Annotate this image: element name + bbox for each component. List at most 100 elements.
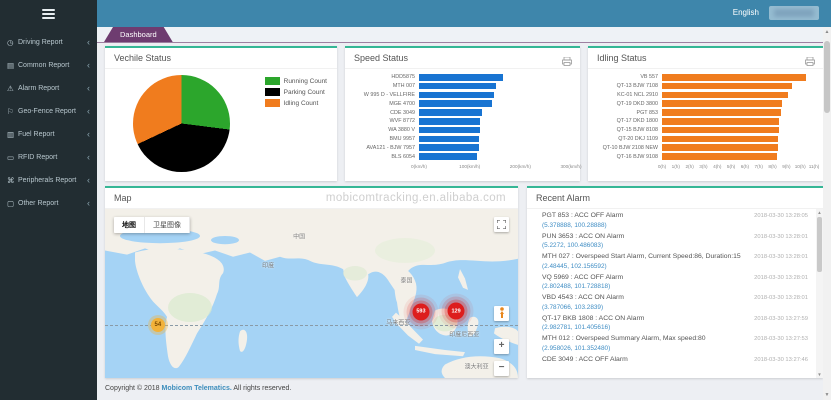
map-cluster-marker-54[interactable]: 54 <box>151 318 165 332</box>
bar-track <box>662 100 814 107</box>
alarm-coordinates-link[interactable]: (5.2272, 100.486083) <box>542 242 808 249</box>
alarm-coordinates-link[interactable]: (3.787066, 103.2839) <box>542 304 808 311</box>
map-type-switcher: 地图卫星图像 <box>114 217 190 233</box>
map-type-button-地图[interactable]: 地图 <box>114 217 145 233</box>
brand-link[interactable]: Mobicom Telematics. <box>162 385 232 392</box>
alarm-header-line: VBD 4543 : ACC ON Alarm2018-03-30 13:28:… <box>542 294 808 301</box>
bar <box>662 92 788 99</box>
bar-track <box>662 92 814 99</box>
print-icon[interactable] <box>562 53 572 73</box>
legend-item: Parking Count <box>265 88 327 96</box>
bar-row: WVF 8772 <box>351 117 571 126</box>
bar-category-label: QT-19 DKD 3800 <box>594 101 662 107</box>
map-canvas[interactable]: 中国印度泰国马来西亚印度尼西亚澳大利亚 54593129 地图卫星图像 + − <box>105 209 518 378</box>
sidebar-item-label: Peripherals Report <box>18 177 87 184</box>
sidebar-item-fuel-report[interactable]: ▥Fuel Report‹ <box>0 123 97 146</box>
bar-track <box>419 144 571 151</box>
alarm-coordinates-link[interactable]: (5.378888, 100.28888) <box>542 222 808 229</box>
bar-track <box>662 74 814 81</box>
bar <box>662 83 792 90</box>
sidebar-item-other-report[interactable]: ▢Other Report‹ <box>0 192 97 215</box>
bar-row: QT-17 DKD 1800 <box>594 117 814 126</box>
legend-swatch <box>265 88 280 96</box>
bar-row: BLS 6054 <box>351 152 571 161</box>
alarm-row: MTH 027 : Overspeed Start Alarm, Current… <box>527 250 816 271</box>
sidebar-item-alarm-report[interactable]: ⚠Alarm Report‹ <box>0 77 97 100</box>
sidebar-item-label: Geo-Fence Report <box>18 108 87 115</box>
legend-swatch <box>265 99 280 107</box>
alarm-icon: ⚠ <box>7 84 18 93</box>
tab-dashboard[interactable]: Dashboard <box>104 27 173 42</box>
idling-status-bar-chart: VB 557QT-13 BJW 7108KC-01 NCL 2910QT-19 … <box>594 73 814 176</box>
bar <box>419 144 479 151</box>
alarm-coordinates-link[interactable]: (2.982781, 101.405616) <box>542 324 808 331</box>
bar-track <box>662 109 814 116</box>
sidebar-item-label: Other Report <box>18 200 87 207</box>
alarm-title: PUN 3653 : ACC ON Alarm <box>542 233 624 240</box>
sidebar-item-rfid-report[interactable]: ▭RFID Report‹ <box>0 146 97 169</box>
alarm-scrollbar[interactable]: ▲ ▼ <box>816 209 823 378</box>
bar-category-label: WA 3880 V <box>351 127 419 133</box>
panel-idling-status: Idling Status VB 557QT-13 BJW 7108KC-01 … <box>588 46 823 181</box>
bar-row: QT-20 DKJ 1109 <box>594 135 814 144</box>
chevron-left-icon: ‹ <box>87 153 90 162</box>
sidebar-item-geo-fence-report[interactable]: ⚐Geo-Fence Report‹ <box>0 100 97 123</box>
x-axis: 0(h)1(h)2(h)3(h)4(h)5(h)6(h)7(h)8(h)9(h)… <box>662 161 814 172</box>
map-cluster-marker-129[interactable]: 129 <box>448 303 465 320</box>
equator-dashed-line <box>105 325 518 326</box>
bar-category-label: WVF 8772 <box>351 118 419 124</box>
zoom-out-button[interactable]: − <box>494 361 509 376</box>
print-icon[interactable] <box>805 53 815 73</box>
alarm-timestamp: 2018-03-30 13:27:59 <box>754 316 808 322</box>
blurred-username <box>774 9 814 17</box>
bar <box>419 127 480 134</box>
alarm-coordinates-link[interactable]: (2.802488, 101.728818) <box>542 283 808 290</box>
hamburger-menu-icon[interactable] <box>42 9 55 19</box>
bar-category-label: QT-16 BJW 9108 <box>594 154 662 160</box>
x-axis-tick: 100(km/h) <box>459 164 480 169</box>
bar <box>419 92 494 99</box>
x-axis-tick: 0(h) <box>658 164 666 169</box>
user-account-button[interactable] <box>769 6 819 20</box>
panel-title-text: Idling Status <box>597 53 647 63</box>
bar-track <box>419 100 571 107</box>
alarm-row: QT-17 BKB 1808 : ACC ON Alarm2018-03-30 … <box>527 312 816 333</box>
legend-swatch <box>265 77 280 85</box>
bar-category-label: KC-01 NCL 2910 <box>594 92 662 98</box>
page-scrollbar[interactable]: ▲ ▼ <box>823 27 831 400</box>
zoom-in-button[interactable]: + <box>494 339 509 354</box>
alarm-timestamp: 2018-03-30 13:28:01 <box>754 234 808 240</box>
bar-row: AVA121 - BJW 7957 <box>351 143 571 152</box>
alarm-coordinates-link[interactable]: (2.48445, 102.156592) <box>542 263 808 270</box>
alarm-header-line: MTH 027 : Overspeed Start Alarm, Current… <box>542 253 808 260</box>
bar-row: BMU 9957 <box>351 135 571 144</box>
bar-category-label: AVA121 - BJW 7957 <box>351 145 419 151</box>
bar-row: QT-13 BJW 7108 <box>594 82 814 91</box>
chevron-left-icon: ‹ <box>87 176 90 185</box>
alarm-timestamp: 2018-03-30 13:28:01 <box>754 295 808 301</box>
street-view-pegman-icon[interactable] <box>494 306 509 321</box>
language-selector[interactable]: English <box>733 8 759 17</box>
sidebar-item-label: Fuel Report <box>18 131 87 138</box>
rfid-card-icon: ▭ <box>7 153 18 162</box>
bar-track <box>662 118 814 125</box>
sidebar-item-driving-report[interactable]: ◷Driving Report‹ <box>0 31 97 54</box>
bar-category-label: MGE 4700 <box>351 101 419 107</box>
map-cluster-marker-593[interactable]: 593 <box>412 303 429 320</box>
map-place-label: 澳大利亚 <box>465 362 489 371</box>
alarm-coordinates-link[interactable]: (2.958026, 101.352480) <box>542 345 808 352</box>
panel-title: Idling Status <box>588 48 823 69</box>
bar-track <box>662 127 814 134</box>
sidebar-menu: ◷Driving Report‹▤Common Report‹⚠Alarm Re… <box>0 31 97 215</box>
sidebar-item-common-report[interactable]: ▤Common Report‹ <box>0 54 97 77</box>
panel-map: Map mobicomtracking.en.alibaba.com <box>105 186 518 378</box>
map-type-button-卫星图像[interactable]: 卫星图像 <box>145 217 190 233</box>
bar-category-label: QT-17 DKD 1800 <box>594 118 662 124</box>
map-place-label: 印度 <box>262 260 274 269</box>
vehicle-status-pie-chart <box>133 75 230 172</box>
sidebar-item-peripherals-report[interactable]: ⌘Peripherals Report‹ <box>0 169 97 192</box>
alarm-header-line: CDE 3049 : ACC OFF Alarm2018-03-30 13:27… <box>542 356 808 363</box>
legend-label: Running Count <box>284 78 327 85</box>
panel-title: Map mobicomtracking.en.alibaba.com <box>105 188 518 209</box>
fullscreen-icon[interactable] <box>494 217 509 232</box>
